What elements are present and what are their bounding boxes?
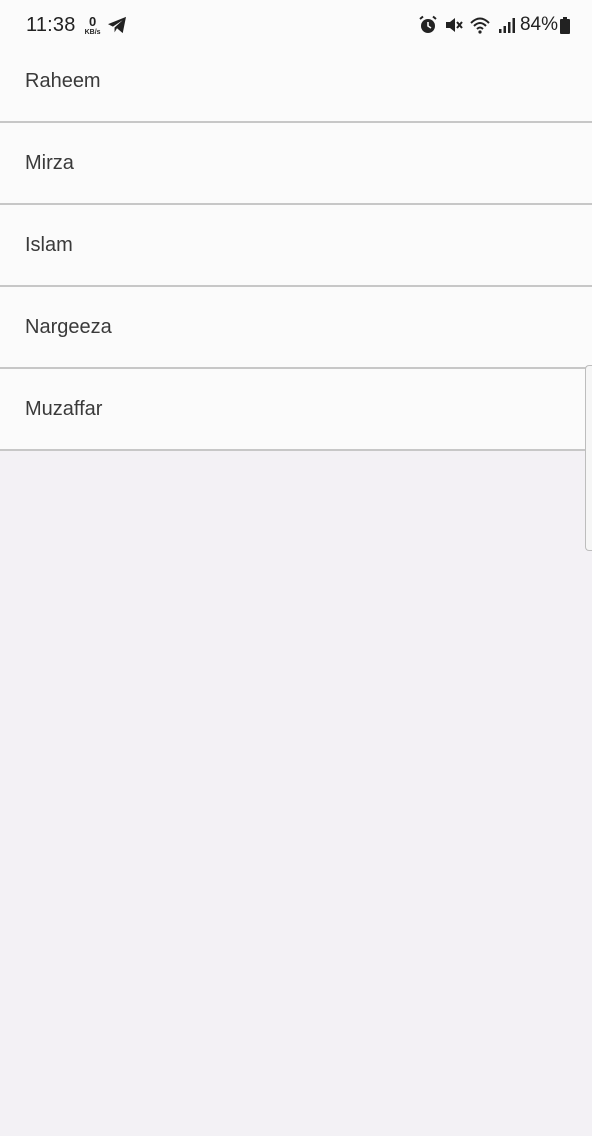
- list-item-label: Muzaffar: [25, 397, 103, 420]
- list-item[interactable]: Muzaffar: [0, 369, 592, 451]
- signal-icon: [498, 18, 515, 33]
- list-item-label: Islam: [25, 233, 73, 256]
- wifi-icon: [470, 17, 490, 34]
- data-speed-unit: KB/s: [84, 28, 101, 36]
- data-speed-indicator: 0 KB/s: [85, 15, 101, 36]
- scrollbar[interactable]: [585, 365, 592, 551]
- list-item[interactable]: Raheem: [0, 41, 592, 123]
- status-bar: 11:38 0 KB/s 84%: [0, 0, 592, 50]
- list-item[interactable]: Mirza: [0, 123, 592, 205]
- list-item-label: Raheem: [25, 69, 101, 92]
- list-item[interactable]: Nargeeza: [0, 287, 592, 369]
- status-bar-left: 11:38 0 KB/s: [26, 14, 127, 37]
- list-item[interactable]: Islam: [0, 205, 592, 287]
- list-item-label: Nargeeza: [25, 315, 112, 338]
- list-item-label: Mirza: [25, 151, 74, 174]
- data-speed-value: 0: [88, 13, 97, 29]
- status-bar-right: 84%: [412, 14, 570, 36]
- mute-icon: [445, 18, 463, 32]
- contact-list: Raheem Mirza Islam Nargeeza Muzaffar: [0, 41, 592, 451]
- battery-percentage: 84%: [519, 14, 558, 35]
- status-time: 11:38: [26, 13, 76, 36]
- battery-icon: [560, 16, 570, 34]
- alarm-icon: [419, 15, 437, 33]
- telegram-icon: [107, 16, 126, 34]
